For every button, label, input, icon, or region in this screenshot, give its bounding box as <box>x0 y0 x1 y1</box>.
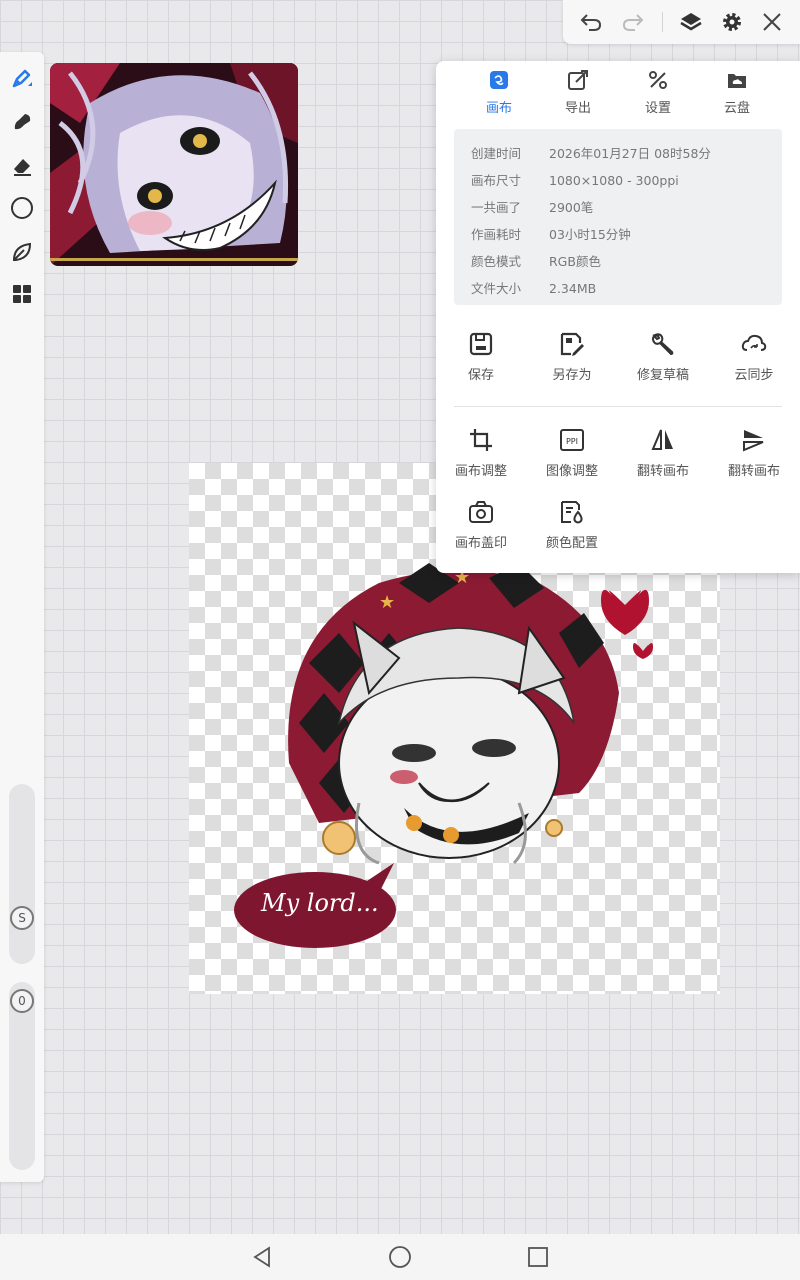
tab-label: 画布 <box>485 101 512 116</box>
shape-circle-icon[interactable] <box>8 194 36 222</box>
tab-label: 云盘 <box>723 101 750 116</box>
save-label: 保存 <box>467 368 494 383</box>
tab-canvas[interactable]: 画布 <box>464 69 534 116</box>
speech-text: My lord... <box>261 889 379 917</box>
settings-icon <box>649 71 667 89</box>
eraser-icon[interactable] <box>8 152 36 180</box>
canvas-settings-panel: 画布 导出 设置 云盘 创建时间 2026年01月27日 08时58分 画布尺寸 1… <box>436 61 800 573</box>
repair-draft-label: 修复草稿 <box>636 368 689 383</box>
size-label: S <box>18 911 26 925</box>
flip-vertical-icon <box>743 430 764 452</box>
brush-size-knob[interactable]: S <box>10 906 34 930</box>
wrench-icon <box>652 333 674 356</box>
color-config-icon <box>561 501 583 524</box>
image-adjust-label: 图像调整 <box>545 464 598 479</box>
back-icon[interactable] <box>250 1245 274 1269</box>
svg-text:★: ★ <box>379 592 395 613</box>
info-row: 创建时间 2026年01月27日 08时58分 <box>471 146 711 161</box>
info-row: 颜色模式 RGB颜色 <box>471 254 601 269</box>
cloud-sync-label: 云同步 <box>734 368 774 383</box>
stamp-camera-icon <box>469 501 493 523</box>
info-row: 画布尺寸 1080×1080 - 300ppi <box>471 173 679 188</box>
save-button[interactable]: 保存 <box>441 331 521 383</box>
canvas-icon <box>490 71 508 89</box>
svg-text:PPI: PPI <box>566 437 578 446</box>
info-row: 文件大小 2.34MB <box>471 281 597 296</box>
export-icon <box>568 70 588 90</box>
brush-size-slider[interactable] <box>9 784 35 964</box>
tab-settings[interactable]: 设置 <box>623 69 693 116</box>
top-toolbar <box>563 0 800 44</box>
tab-export[interactable]: 导出 <box>543 69 613 116</box>
redo-icon[interactable] <box>619 8 647 36</box>
info-row: 作画耗时 03小时15分钟 <box>471 227 631 242</box>
tab-label: 设置 <box>644 101 671 116</box>
close-icon[interactable] <box>758 8 786 36</box>
brush-icon[interactable] <box>8 64 36 92</box>
ppi-icon: PPI <box>560 429 584 451</box>
system-nav-bar <box>0 1234 800 1280</box>
color-config-label: 颜色配置 <box>545 536 598 551</box>
info-row: 一共画了 2900笔 <box>471 200 594 215</box>
left-toolbar: S 0 <box>0 52 44 1182</box>
flip-horizontal-button[interactable]: 翻转画布 <box>623 427 703 479</box>
save-as-icon <box>560 332 584 356</box>
canvas-adjust-button[interactable]: 画布调整 <box>441 427 521 479</box>
panel-divider <box>454 406 782 407</box>
panel-tabs: 画布 导出 设置 云盘 <box>436 61 800 121</box>
flip-horizontal-icon <box>651 429 673 450</box>
undo-icon[interactable] <box>577 8 605 36</box>
flip-vertical-button[interactable]: 翻转画布 <box>714 427 794 479</box>
reference-image[interactable] <box>50 63 298 266</box>
tab-label: 导出 <box>564 101 591 116</box>
grid-icon[interactable] <box>8 280 36 308</box>
tab-cloud-drive[interactable]: 云盘 <box>702 69 772 116</box>
canvas-stamp-label: 画布盖印 <box>454 536 507 551</box>
home-icon[interactable] <box>388 1245 412 1269</box>
flip-horizontal-label: 翻转画布 <box>636 464 689 479</box>
flip-vertical-label: 翻转画布 <box>727 464 780 479</box>
gear-icon[interactable] <box>718 8 746 36</box>
smudge-icon[interactable] <box>8 108 36 136</box>
opacity-knob[interactable]: 0 <box>10 989 34 1013</box>
image-adjust-button[interactable]: PPI 图像调整 <box>532 427 612 479</box>
save-as-button[interactable]: 另存为 <box>532 331 612 383</box>
crop-icon <box>470 429 492 451</box>
save-as-label: 另存为 <box>552 368 592 383</box>
leaf-icon[interactable] <box>8 238 36 266</box>
cloud-drive-icon <box>728 74 746 88</box>
color-config-button[interactable]: 颜色配置 <box>532 499 612 551</box>
save-icon <box>469 332 493 356</box>
cloud-sync-button[interactable]: 云同步 <box>714 331 794 383</box>
canvas-info-box: 创建时间 2026年01月27日 08时58分 画布尺寸 1080×1080 - 3… <box>454 129 782 305</box>
cloud-sync-icon <box>741 334 767 351</box>
canvas-adjust-label: 画布调整 <box>454 464 507 479</box>
recents-icon[interactable] <box>526 1245 550 1269</box>
repair-draft-button[interactable]: 修复草稿 <box>623 331 703 383</box>
canvas-stamp-button[interactable]: 画布盖印 <box>441 499 521 551</box>
opacity-label: 0 <box>18 994 26 1008</box>
layers-icon[interactable] <box>677 8 705 36</box>
